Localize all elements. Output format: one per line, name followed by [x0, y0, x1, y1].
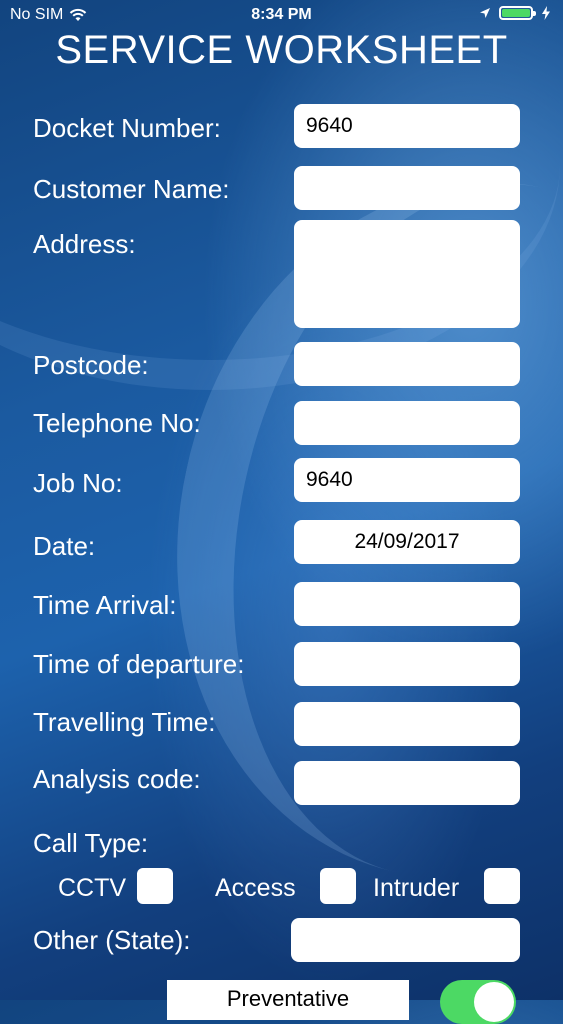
- time-departure-label: Time of departure:: [33, 649, 245, 679]
- docket-number-field[interactable]: 9640: [294, 104, 520, 148]
- travelling-time-field[interactable]: [294, 702, 520, 746]
- time-arrival-label: Time Arrival:: [33, 590, 177, 620]
- job-no-field[interactable]: 9640: [294, 458, 520, 502]
- preventative-toggle[interactable]: [440, 980, 516, 1024]
- customer-name-field[interactable]: [294, 166, 520, 210]
- location-arrow-icon: [480, 8, 490, 18]
- intruder-checkbox[interactable]: [484, 868, 520, 904]
- toggle-knob: [474, 982, 514, 1022]
- telephone-label: Telephone No:: [33, 408, 201, 438]
- preventative-button[interactable]: Preventative: [167, 980, 409, 1020]
- postcode-label: Postcode:: [33, 350, 149, 380]
- address-field[interactable]: [294, 220, 520, 328]
- address-label: Address:: [33, 229, 136, 259]
- charging-bolt-icon: [542, 6, 550, 20]
- analysis-code-field[interactable]: [294, 761, 520, 805]
- telephone-field[interactable]: [294, 401, 520, 445]
- other-state-label: Other (State):: [33, 925, 191, 955]
- job-no-label: Job No:: [33, 468, 123, 498]
- travelling-time-label: Travelling Time:: [33, 707, 216, 737]
- other-state-field[interactable]: [291, 918, 520, 962]
- time-arrival-field[interactable]: [294, 582, 520, 626]
- access-label: Access: [215, 874, 296, 902]
- page-title: SERVICE WORKSHEET: [55, 28, 508, 72]
- cctv-checkbox[interactable]: [137, 868, 173, 904]
- time-departure-field[interactable]: [294, 642, 520, 686]
- battery-icon: [499, 6, 536, 20]
- postcode-field[interactable]: [294, 342, 520, 386]
- docket-number-label: Docket Number:: [33, 113, 221, 143]
- access-checkbox[interactable]: [320, 868, 356, 904]
- customer-name-label: Customer Name:: [33, 174, 230, 204]
- call-type-label: Call Type:: [33, 828, 149, 858]
- cctv-label: CCTV: [58, 874, 127, 902]
- date-label: Date:: [33, 531, 96, 561]
- analysis-code-label: Analysis code:: [33, 764, 201, 794]
- date-field[interactable]: 24/09/2017: [294, 520, 520, 564]
- intruder-label: Intruder: [373, 874, 460, 902]
